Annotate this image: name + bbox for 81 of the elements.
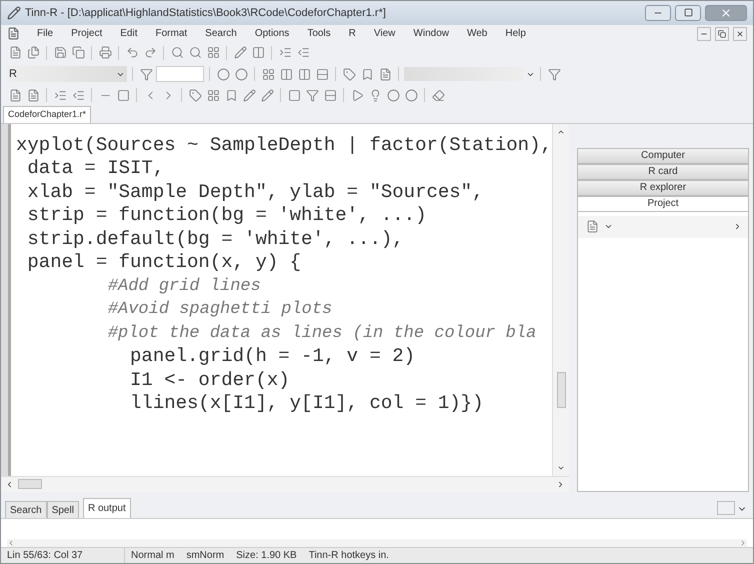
code-line: strip.default(bg = 'white', ...), <box>26 228 404 252</box>
restore-icon[interactable] <box>715 26 729 41</box>
columns-icon[interactable] <box>296 66 312 82</box>
circle-icon[interactable] <box>385 87 401 104</box>
pencil-icon[interactable] <box>259 87 275 104</box>
rows-icon[interactable] <box>314 66 330 82</box>
menu-item[interactable]: Format <box>148 26 194 42</box>
columns-icon[interactable] <box>278 66 294 82</box>
code-line: panel.grid(h = -1, v = 2) <box>129 345 416 369</box>
rows-icon[interactable] <box>322 87 338 104</box>
close-icon <box>720 6 732 19</box>
menu-item[interactable]: Window <box>406 26 456 42</box>
side-tab[interactable]: Project <box>577 196 749 212</box>
window-title: Tinn-R - [D:\applicat\HighlandStatistics\Book3\RCode\CodeforChapter1.r*] <box>25 6 387 21</box>
tag-icon[interactable] <box>341 66 357 82</box>
pencil-logo-icon <box>7 6 21 20</box>
bottom-tab[interactable]: R output <box>82 498 131 518</box>
bottom-tab[interactable]: Spell <box>46 501 79 518</box>
circle-icon[interactable] <box>403 87 419 104</box>
maximize-icon <box>684 8 692 18</box>
code-line: xyplot(Sources ~ SampleDepth | factor(Station), <box>16 134 552 158</box>
grid-icon[interactable] <box>205 87 221 104</box>
menu-item[interactable]: Help <box>498 26 533 42</box>
bottom-tab[interactable]: Search <box>5 501 47 518</box>
code-line: I1 <- order(x) <box>129 368 290 392</box>
eraser-icon[interactable] <box>430 87 446 104</box>
chevron-icon[interactable] <box>733 222 742 232</box>
menu-item[interactable]: Tools <box>300 26 338 42</box>
minimize-icon[interactable] <box>697 26 711 41</box>
menu-item[interactable]: Project <box>64 26 110 42</box>
tag-icon[interactable] <box>187 87 203 104</box>
pencil-icon[interactable] <box>232 44 248 61</box>
code-comment: #Avoid spaghetti plots <box>106 299 332 322</box>
menu-item[interactable]: File <box>30 26 60 42</box>
menu-item[interactable]: Options <box>248 26 296 42</box>
scrollbar-thumb[interactable] <box>556 372 566 408</box>
columns-icon[interactable] <box>250 44 266 61</box>
square-icon[interactable] <box>115 87 131 104</box>
filter-icon[interactable] <box>304 87 320 104</box>
vertical-scrollbar[interactable] <box>552 124 569 476</box>
code-line: xlab = "Sample Depth", ylab = "Sources", <box>26 180 484 204</box>
grid-icon[interactable] <box>205 44 221 61</box>
code-comment: #Add grid lines <box>106 276 261 298</box>
search-icon[interactable] <box>187 44 203 61</box>
side-tab[interactable]: Computer <box>577 148 749 164</box>
filter-icon[interactable] <box>546 66 562 82</box>
code-line: strip = function(bg = 'white', ...) <box>26 204 426 228</box>
r-combo-box[interactable]: R <box>7 66 127 82</box>
menu-item[interactable]: R <box>342 26 363 42</box>
scrollbar-thumb[interactable] <box>18 479 42 490</box>
code-line: llines(x[I1], y[I1], col = 1)}) <box>129 392 484 416</box>
search-icon[interactable] <box>169 44 185 61</box>
square-icon[interactable] <box>286 87 302 104</box>
side-tab[interactable]: R explorer <box>577 180 749 196</box>
status-text: smNorm <box>185 549 226 563</box>
copy-icon[interactable] <box>70 44 86 61</box>
circle-icon[interactable] <box>233 66 249 82</box>
code-line: panel = function(x, y) { <box>26 251 302 275</box>
status-text: Tinn-R hotkeys in. <box>308 549 390 563</box>
code-line: data = ISIT, <box>26 157 164 181</box>
input-field[interactable] <box>156 66 204 82</box>
status-text: Normal m <box>130 549 176 563</box>
side-tab[interactable]: R card <box>577 164 749 180</box>
filter-icon[interactable] <box>138 66 154 82</box>
circle-icon[interactable] <box>215 66 231 82</box>
maximize-button[interactable] <box>675 4 701 21</box>
save-icon[interactable] <box>52 44 68 61</box>
horizontal-scrollbar[interactable] <box>1 476 569 492</box>
menu-item[interactable]: Web <box>460 26 494 42</box>
menu-item[interactable]: Search <box>198 26 244 42</box>
status-text: Size: 1.90 KB <box>235 549 298 563</box>
menu-item[interactable]: View <box>366 26 402 42</box>
printer-icon[interactable] <box>97 44 113 61</box>
code-comment: #plot the data as lines (in the colour bla <box>106 322 536 345</box>
file-tab[interactable]: CodeforChapter1.r* <box>3 106 92 123</box>
menu-item[interactable]: Edit <box>113 26 144 42</box>
files-icon[interactable] <box>25 44 41 61</box>
grid-icon[interactable] <box>260 66 276 82</box>
document-icon <box>7 27 20 40</box>
pencil-icon[interactable] <box>241 87 257 104</box>
status-text: Lin 55/63: Col 37 <box>1 548 125 563</box>
